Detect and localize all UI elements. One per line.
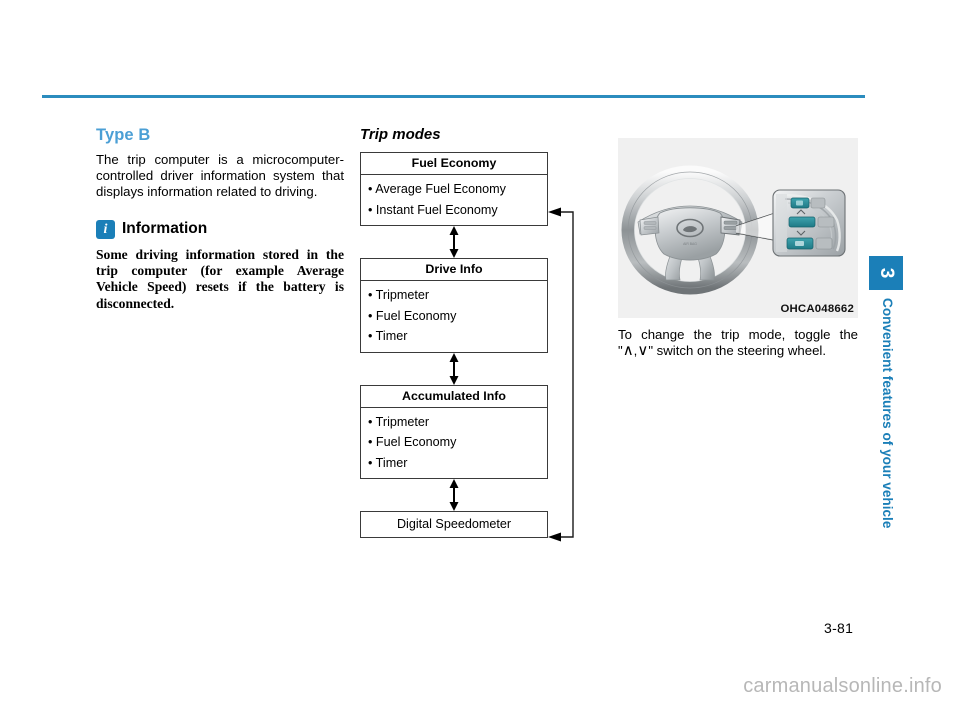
intro-paragraph: The trip computer is a microcomputer-con…: [96, 152, 344, 200]
flow-box-title: Drive Info: [361, 259, 547, 281]
chapter-number: 3: [876, 267, 897, 279]
list-item: • Instant Fuel Economy: [368, 202, 498, 217]
trip-modes-flowchart: Fuel Economy • Average Fuel Economy • In…: [360, 152, 592, 542]
flow-box-items: • Average Fuel Economy • Instant Fuel Ec…: [361, 175, 547, 225]
list-item: • Timer: [368, 455, 408, 470]
list-item: • Average Fuel Economy: [368, 182, 506, 196]
information-title: Information: [122, 220, 208, 238]
information-body: Some driving information stored in the t…: [96, 246, 344, 311]
caption-text-2: switch on the steering wheel.: [653, 343, 827, 359]
chevron-down-icon: ∨: [637, 342, 649, 360]
right-illustration-column: AIR BAG OHCA048662 To change the trip mo…: [618, 138, 858, 359]
flow-box-drive-info[interactable]: Drive Info • Tripmeter • Fuel Economy • …: [360, 258, 548, 353]
chapter-label-text: Convenient features of your vehicle: [880, 298, 895, 529]
flow-box-title: Fuel Economy: [361, 153, 547, 175]
list-item: • Tripmeter: [368, 414, 430, 429]
flowchart-column: Trip modes Fuel Economy • Average Fuel E…: [360, 126, 592, 542]
caption-text-1: To change the trip mode, toggle the: [618, 327, 858, 342]
flow-box-items: • Tripmeter • Fuel Economy • Timer: [361, 281, 547, 352]
page-number: 3-81: [824, 620, 854, 636]
watermark: carmanualsonline.info: [743, 675, 942, 697]
flow-box-fuel-economy[interactable]: Fuel Economy • Average Fuel Economy • In…: [360, 152, 548, 226]
type-b-heading: Type B: [96, 126, 151, 144]
chapter-label: Convenient features of your vehicle: [869, 298, 903, 528]
steering-wheel-controls-illustration: AIR BAG OHCA048662: [618, 138, 858, 318]
left-text-column: Type B The trip computer is a microcompu…: [96, 126, 344, 312]
header-rule: [42, 95, 865, 98]
svg-text:AIR BAG: AIR BAG: [683, 242, 697, 246]
manual-page: Type B The trip computer is a microcompu…: [0, 0, 960, 707]
flow-box-title: Accumulated Info: [361, 386, 547, 408]
flow-box-items: • Tripmeter • Fuel Economy • Timer: [361, 408, 547, 479]
list-item: • Tripmeter: [368, 288, 430, 302]
information-header: i Information: [96, 219, 344, 239]
list-item: • Fuel Economy: [368, 435, 457, 449]
flow-box-digital-speedometer[interactable]: Digital Speedometer: [360, 511, 548, 538]
steering-wheel-switch-detail: [772, 189, 846, 257]
flow-box-accumulated-info[interactable]: Accumulated Info • Tripmeter • Fuel Econ…: [360, 384, 548, 479]
flow-box-title: Digital Speedometer: [396, 517, 512, 531]
chapter-tab: 3: [869, 256, 903, 290]
flow-arrow-2: [360, 352, 548, 385]
steering-wheel-graphic: AIR BAG: [618, 138, 858, 318]
info-icon: i: [96, 219, 115, 239]
flow-arrow-1: [360, 226, 548, 258]
flow-arrow-3: [360, 479, 548, 511]
illustration-caption: To change the trip mode, toggle the "∧,∨…: [618, 327, 858, 359]
chevron-up-icon: ∧: [622, 342, 634, 360]
list-item: • Timer: [368, 329, 408, 343]
illustration-code: OHCA048662: [780, 303, 854, 315]
list-item: • Fuel Economy: [368, 308, 457, 323]
trip-modes-heading: Trip modes: [360, 126, 441, 143]
